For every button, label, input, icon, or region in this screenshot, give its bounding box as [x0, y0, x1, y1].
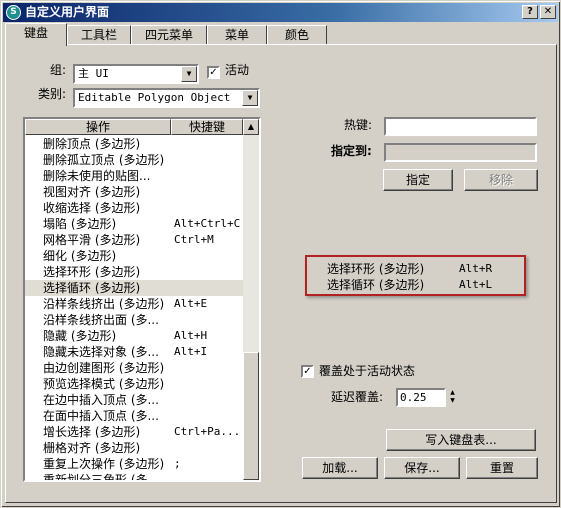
list-item[interactable]: 沿样条线挤出面 (多...: [25, 312, 243, 328]
override-label: 覆盖处于活动状态: [319, 364, 416, 378]
hotkey-label: 热键:: [344, 118, 373, 132]
shortcut-conflict-popup: 选择环形 (多边形) Alt+R 选择循环 (多边形) Alt+L: [305, 255, 526, 296]
group-label: 组:: [50, 63, 67, 77]
help-button[interactable]: ?: [522, 5, 538, 19]
delay-spinner[interactable]: 0.25 ▲ ▼: [396, 388, 458, 407]
list-item[interactable]: 收缩选择 (多边形): [25, 200, 243, 216]
list-item[interactable]: 增长选择 (多边形) Ctrl+Pa...: [25, 424, 243, 440]
override-checkbox[interactable]: ✓: [301, 365, 314, 378]
tab-quad-menus[interactable]: 四元菜单: [131, 25, 207, 45]
group-value: 主 UI: [78, 67, 109, 80]
assigned-to-label: 指定到:: [331, 144, 372, 158]
list-item[interactable]: 隐藏 (多边形) Alt+H: [25, 328, 243, 344]
list-item[interactable]: 在面中插入顶点 (多...: [25, 408, 243, 424]
list-item[interactable]: 在边中插入顶点 (多...: [25, 392, 243, 408]
list-item[interactable]: 细化 (多边形): [25, 248, 243, 264]
scroll-up-icon[interactable]: ▲: [243, 119, 259, 135]
list-item[interactable]: 重复上次操作 (多边形);: [25, 456, 243, 472]
close-button[interactable]: ✕: [540, 5, 556, 19]
column-header-action[interactable]: 操作: [25, 119, 171, 135]
hotkey-input[interactable]: [384, 117, 537, 136]
tab-toolbars[interactable]: 工具栏: [67, 25, 131, 45]
active-label: 活动: [225, 63, 250, 77]
category-label: 类别:: [38, 87, 67, 101]
list-item[interactable]: 网格平滑 (多边形) Ctrl+M: [25, 232, 243, 248]
group-dropdown[interactable]: 主 UI ▼: [73, 64, 199, 84]
popup-row[interactable]: 选择循环 (多边形) Alt+L: [307, 277, 524, 293]
list-scrollbar[interactable]: ▲: [243, 119, 259, 480]
write-keyboard-chart-button[interactable]: 写入键盘表...: [386, 429, 536, 451]
load-button[interactable]: 加载...: [302, 457, 378, 479]
keyboard-panel: 组: 主 UI ▼ ✓ 活动 类别: Editable Polygon Obje…: [5, 44, 557, 503]
customize-ui-dialog: S 自定义用户界面 ? ✕ 键盘 工具栏 四元菜单 菜单 颜色 组: 主 UI …: [0, 0, 561, 508]
list-item[interactable]: 塌陷 (多边形) Alt+Ctrl+C: [25, 216, 243, 232]
assign-button[interactable]: 指定: [383, 169, 453, 191]
list-item[interactable]: 重新划分三角形 (多...: [25, 472, 243, 480]
app-icon: S: [6, 5, 21, 20]
chevron-down-icon[interactable]: ▼: [242, 90, 258, 106]
tab-menus[interactable]: 菜单: [207, 25, 267, 45]
list-item-selected[interactable]: 选择循环 (多边形): [25, 280, 243, 296]
list-item[interactable]: 隐藏未选择对象 (多... Alt+I: [25, 344, 243, 360]
delay-value[interactable]: 0.25: [396, 388, 446, 407]
window-title: 自定义用户界面: [25, 5, 110, 19]
spinner-arrows-icon[interactable]: ▲ ▼: [447, 389, 458, 406]
list-item[interactable]: 由边创建图形 (多边形): [25, 360, 243, 376]
active-checkbox[interactable]: ✓: [207, 66, 220, 79]
list-item[interactable]: 预览选择模式 (多边形): [25, 376, 243, 392]
delay-label: 延迟覆盖:: [331, 390, 384, 404]
title-bar[interactable]: S 自定义用户界面 ? ✕: [3, 3, 558, 22]
assigned-to-field: [384, 143, 537, 162]
reset-button[interactable]: 重置: [466, 457, 538, 479]
category-dropdown[interactable]: Editable Polygon Object ▼: [73, 88, 260, 108]
list-item[interactable]: 视图对齐 (多边形): [25, 184, 243, 200]
chevron-down-icon[interactable]: ▼: [181, 66, 197, 82]
tab-keyboard[interactable]: 键盘: [5, 23, 67, 46]
column-header-shortcut[interactable]: 快捷键: [171, 119, 243, 135]
list-item[interactable]: 栅格对齐 (多边形): [25, 440, 243, 456]
action-rows: 删除顶点 (多边形) 删除孤立顶点 (多边形) 删除未使用的贴图... 视图对齐…: [25, 136, 243, 480]
save-button[interactable]: 保存...: [384, 457, 460, 479]
list-item[interactable]: 删除未使用的贴图...: [25, 168, 243, 184]
list-item[interactable]: 沿样条线挤出 (多边形) Alt+E: [25, 296, 243, 312]
list-item[interactable]: 选择环形 (多边形): [25, 264, 243, 280]
action-list[interactable]: 操作 快捷键 删除顶点 (多边形) 删除孤立顶点 (多边形) 删除未使用的贴图.…: [23, 117, 261, 482]
tab-colors[interactable]: 颜色: [267, 25, 327, 45]
list-item[interactable]: 删除顶点 (多边形): [25, 136, 243, 152]
list-item[interactable]: 删除孤立顶点 (多边形): [25, 152, 243, 168]
remove-button[interactable]: 移除: [464, 169, 538, 191]
popup-row[interactable]: 选择环形 (多边形) Alt+R: [307, 261, 524, 277]
category-value: Editable Polygon Object: [78, 91, 231, 104]
scroll-thumb[interactable]: [243, 352, 259, 480]
tab-strip: 键盘 工具栏 四元菜单 菜单 颜色: [5, 23, 557, 46]
